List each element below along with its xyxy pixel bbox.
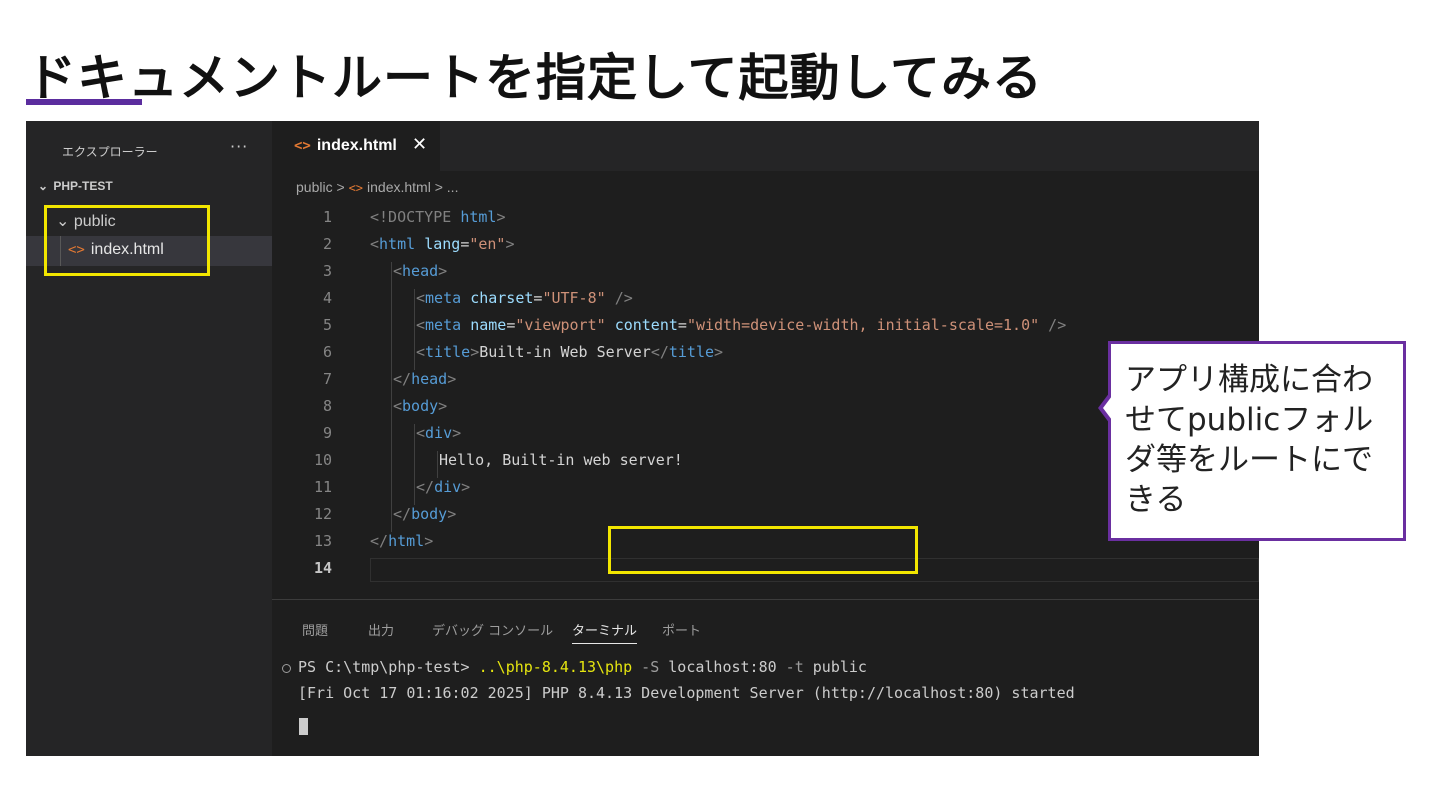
line-number: 12 bbox=[313, 505, 332, 523]
breadcrumb-more[interactable]: ... bbox=[447, 179, 459, 195]
line-number: 11 bbox=[313, 478, 332, 496]
project-folder[interactable]: ⌄ PHP-TEST bbox=[38, 179, 113, 193]
code-line-5: <meta name="viewport" content="width=dev… bbox=[416, 316, 1067, 334]
line-number: 9 bbox=[322, 424, 332, 442]
terminal-prompt: PS C:\tmp\php-test> bbox=[298, 658, 479, 676]
code-line-2: <html lang="en"> bbox=[370, 235, 515, 253]
callout-text: アプリ構成に合わせてpublicフォルダ等をルートにできる bbox=[1125, 362, 1374, 518]
tab-ports[interactable]: ポート bbox=[662, 620, 701, 639]
highlight-box-command bbox=[608, 526, 918, 574]
terminal-output: [Fri Oct 17 01:16:02 2025] PHP 8.4.13 De… bbox=[298, 684, 1075, 702]
tab-index-html[interactable]: <> index.html ✕ bbox=[272, 121, 440, 171]
breadcrumb-separator: > bbox=[434, 179, 443, 195]
code-line-1: <!DOCTYPE html> bbox=[370, 208, 506, 226]
terminal-flag-t: -t bbox=[776, 658, 813, 676]
html-file-icon: <> bbox=[348, 181, 364, 195]
indent-guide bbox=[414, 424, 415, 505]
line-number: 8 bbox=[322, 397, 332, 415]
terminal-command-line[interactable]: PS C:\tmp\php-test> ..\php-8.4.13\php -S… bbox=[298, 658, 867, 676]
terminal-command-path: ..\php-8.4.13\php bbox=[478, 658, 633, 676]
close-icon[interactable]: ✕ bbox=[412, 134, 427, 155]
html-file-icon: <> bbox=[294, 138, 311, 154]
terminal-flag-s: -S bbox=[632, 658, 669, 676]
callout-box: アプリ構成に合わせてpublicフォルダ等をルートにできる bbox=[1108, 341, 1406, 541]
tab-debug-console[interactable]: デバッグ コンソール bbox=[432, 620, 553, 639]
editor-tab-bar: <> index.html ✕ bbox=[272, 121, 1259, 171]
code-line-11: </div> bbox=[416, 478, 471, 496]
slide-title: ドキュメントルートを指定して起動してみる bbox=[26, 49, 1043, 107]
indent-guide bbox=[414, 289, 415, 370]
more-actions-icon[interactable]: ··· bbox=[230, 137, 248, 156]
bottom-panel: 問題 出力 デバッグ コンソール ターミナル ポート PS C:\tmp\php… bbox=[272, 599, 1259, 756]
line-number: 7 bbox=[322, 370, 332, 388]
line-number: 13 bbox=[313, 532, 332, 550]
tab-terminal[interactable]: ターミナル bbox=[572, 620, 638, 644]
command-status-icon bbox=[282, 664, 291, 673]
tab-output[interactable]: 出力 bbox=[368, 620, 394, 639]
title-underline bbox=[26, 99, 142, 105]
vscode-window: エクスプローラー ··· ⌄ PHP-TEST ⌄ public <> index… bbox=[26, 121, 1259, 756]
line-number: 1 bbox=[322, 208, 332, 226]
highlight-box-sidebar bbox=[44, 205, 210, 276]
callout-pointer-inner bbox=[1103, 396, 1112, 420]
code-line-4: <meta charset="UTF-8" /> bbox=[416, 289, 633, 307]
code-line-3: <head> bbox=[393, 262, 448, 280]
tab-label-text: index.html bbox=[316, 137, 397, 154]
code-line-6: <title>Built-in Web Server</title> bbox=[416, 343, 724, 361]
code-line-7: </head> bbox=[393, 370, 457, 388]
project-folder-label: PHP-TEST bbox=[53, 179, 113, 193]
chevron-down-icon: ⌄ bbox=[38, 179, 49, 193]
tab-problems[interactable]: 問題 bbox=[302, 620, 328, 639]
code-line-10: Hello, Built-in web server! bbox=[439, 451, 683, 469]
code-line-13: </html> bbox=[370, 532, 434, 550]
indent-guide bbox=[437, 451, 438, 478]
line-number: 6 bbox=[322, 343, 332, 361]
tab-label: <> index.html bbox=[294, 137, 397, 155]
explorer-header: エクスプローラー bbox=[62, 145, 158, 159]
line-number: 2 bbox=[322, 235, 332, 253]
indent-guide bbox=[391, 262, 392, 532]
line-number: 3 bbox=[322, 262, 332, 280]
line-number-active: 14 bbox=[313, 559, 332, 577]
line-number: 5 bbox=[322, 316, 332, 334]
code-line-9: <div> bbox=[416, 424, 462, 442]
line-number: 10 bbox=[313, 451, 332, 469]
code-line-12: </body> bbox=[393, 505, 457, 523]
breadcrumb-file[interactable]: index.html bbox=[367, 179, 431, 195]
breadcrumb-folder[interactable]: public bbox=[296, 179, 333, 195]
line-number: 4 bbox=[322, 289, 332, 307]
terminal-cursor bbox=[299, 718, 308, 735]
breadcrumb-separator: > bbox=[336, 179, 345, 195]
terminal-host: localhost:80 bbox=[668, 658, 777, 676]
code-line-8: <body> bbox=[393, 397, 448, 415]
breadcrumb: public > <> index.html > ... bbox=[296, 179, 458, 195]
terminal-docroot: public bbox=[812, 658, 867, 676]
